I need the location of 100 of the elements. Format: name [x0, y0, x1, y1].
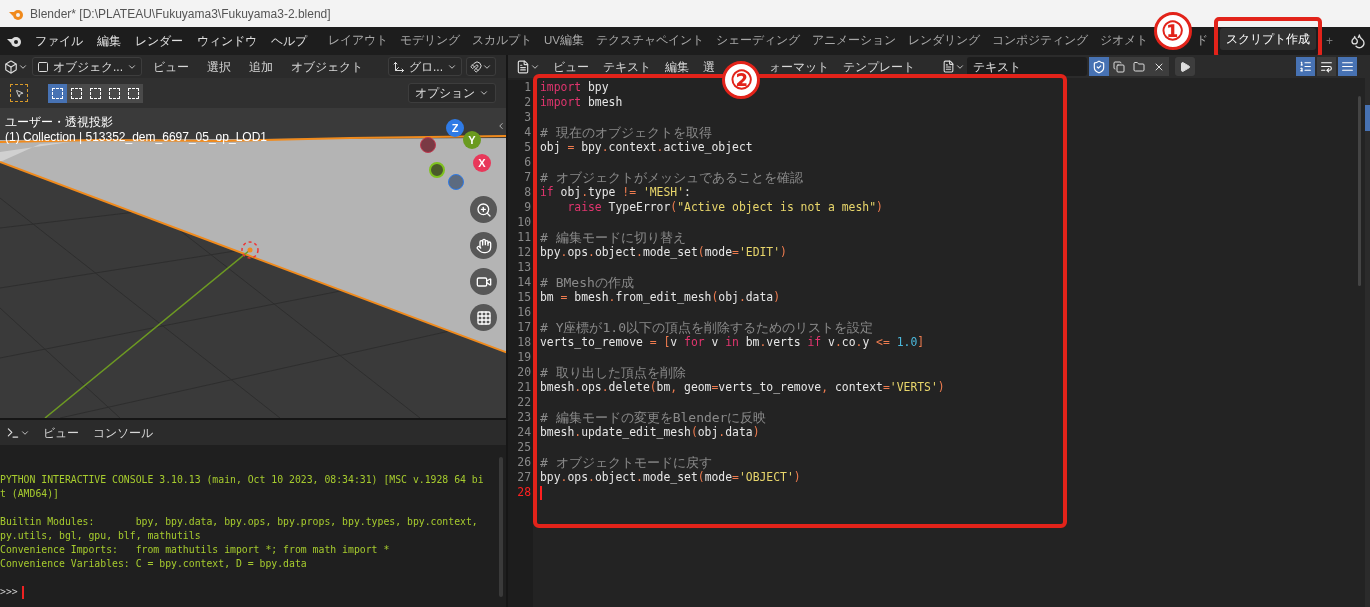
- line-number: 8: [524, 185, 531, 200]
- code-line: obj = bpy.context.active_object: [540, 140, 753, 155]
- document-icon: [516, 59, 530, 74]
- menu-item[interactable]: レンダー: [128, 32, 190, 50]
- menu-item[interactable]: コンソール: [86, 423, 160, 442]
- workspace-tab[interactable]: モデリング: [394, 30, 466, 52]
- line-number: 17: [517, 320, 531, 335]
- select-tool-button[interactable]: [10, 84, 28, 102]
- menu-item[interactable]: ビュー: [146, 57, 196, 76]
- code-line: if obj.type != 'MESH':: [540, 185, 691, 200]
- options-dropdown[interactable]: オプション: [408, 83, 496, 103]
- workspace-tab[interactable]: UV編集: [538, 30, 590, 52]
- collapse-icon[interactable]: [496, 120, 506, 132]
- code-line: # オブジェクトモードに戻す: [540, 454, 712, 471]
- mode-dropdown[interactable]: オブジェク...: [32, 57, 142, 76]
- code-line: # 取り出した頂点を削除: [540, 364, 686, 381]
- copy-icon: [1113, 60, 1125, 73]
- line-number: 28: [517, 485, 531, 500]
- code-line: bmesh.ops.delete(bm, geom=verts_to_remove, context='VERTS'): [540, 380, 945, 395]
- console-line: PYTHON INTERACTIVE CONSOLE 3.10.13 (main, Oct 10 2023, 08:34:31) [MSC v.1928 64 bi: [0, 473, 484, 487]
- menu-item[interactable]: 追加: [242, 57, 280, 76]
- code-line: # 現在のオブジェクトを取得: [540, 124, 712, 141]
- line-number: 7: [524, 170, 531, 185]
- line-number: 21: [517, 380, 531, 395]
- line-number: 9: [524, 200, 531, 215]
- annotation-number: ②: [722, 61, 760, 99]
- menu-item[interactable]: テキスト: [596, 57, 658, 76]
- add-tab-button[interactable]: +: [1322, 32, 1337, 50]
- zoom-icon: [475, 201, 492, 218]
- code-line: bpy.ops.object.mode_set(mode='EDIT'): [540, 245, 787, 260]
- word-wrap-toggle[interactable]: [1317, 57, 1336, 76]
- code-line: import bmesh: [540, 95, 623, 110]
- caret-icon: [479, 88, 489, 98]
- menu-item[interactable]: ヘルプ: [264, 32, 314, 50]
- line-number: 20: [517, 365, 531, 380]
- orientation-dropdown[interactable]: グロ...: [388, 57, 463, 76]
- text-cursor: [21, 585, 24, 599]
- workspace-tab[interactable]: シェーディング: [710, 30, 806, 52]
- line-number: 27: [517, 470, 531, 485]
- editor-type-dropdown[interactable]: [6, 425, 30, 440]
- editor-type-dropdown[interactable]: [516, 59, 540, 74]
- select-mode-button[interactable]: [48, 83, 67, 103]
- workspace-tab[interactable]: レンダリング: [902, 30, 986, 52]
- workspace-tab[interactable]: スカルプト: [466, 30, 538, 52]
- workspace-tab[interactable]: ジオメト: [1094, 30, 1154, 52]
- text-name-field[interactable]: テキスト: [967, 57, 1087, 76]
- console-line: Convenience Imports: from mathutils import *; from math import *: [0, 543, 390, 557]
- mode-icon-dropdown[interactable]: [4, 59, 28, 74]
- workspace-tab[interactable]: レイアウト: [322, 30, 394, 52]
- select-mode-button[interactable]: [67, 83, 86, 103]
- snap-dropdown[interactable]: [466, 57, 497, 76]
- workspace-tab[interactable]: アニメーション: [806, 30, 902, 52]
- text-block-dropdown[interactable]: [942, 60, 965, 73]
- fake-user-button[interactable]: [1089, 57, 1109, 76]
- menu-item[interactable]: テンプレート: [836, 57, 922, 76]
- menu-item[interactable]: 編集: [90, 32, 128, 50]
- menu-item[interactable]: ビュー: [36, 423, 86, 442]
- play-icon: [1179, 60, 1191, 73]
- line-number: 4: [524, 125, 531, 140]
- code-line: bpy.ops.object.mode_set(mode='OBJECT'): [540, 470, 801, 485]
- line-number: 2: [524, 95, 531, 110]
- magnet-icon: [470, 60, 483, 73]
- line-number: 10: [517, 215, 531, 230]
- workspace-tab[interactable]: スクリプト作成: [1220, 28, 1316, 51]
- menu-item[interactable]: ォーマット: [762, 57, 836, 76]
- code-line: import bpy: [540, 80, 609, 95]
- menu-item[interactable]: ファイル: [28, 32, 90, 50]
- line-number: 23: [517, 410, 531, 425]
- menu-item[interactable]: 選: [696, 57, 722, 76]
- duplicate-button[interactable]: [1109, 57, 1129, 76]
- document-icon: [942, 60, 955, 73]
- select-mode-button[interactable]: [124, 83, 143, 103]
- code-line: # オブジェクトがメッシュであることを確認: [540, 169, 803, 186]
- folder-icon: [1133, 60, 1145, 73]
- menu-item[interactable]: 編集: [658, 57, 696, 76]
- line-numbers-toggle[interactable]: [1296, 57, 1315, 76]
- numbered-list-icon: [1299, 60, 1312, 73]
- console-line: Convenience Variables: C = bpy.context, D = bpy.data: [0, 557, 307, 571]
- menu-item[interactable]: 選択: [200, 57, 238, 76]
- code-line: # BMeshの作成: [540, 274, 634, 291]
- line-number: 11: [517, 230, 531, 245]
- grid-icon: [475, 309, 492, 326]
- close-button[interactable]: [1149, 57, 1169, 76]
- logo-icon[interactable]: [6, 34, 22, 48]
- workspace-tab[interactable]: コンポジティング: [986, 30, 1094, 52]
- text-cursor: [540, 485, 542, 500]
- syntax-toggle[interactable]: [1338, 57, 1357, 76]
- line-number: 13: [517, 260, 531, 275]
- run-script-button[interactable]: [1175, 57, 1195, 76]
- pointer-icon: [14, 88, 24, 98]
- scrollbar[interactable]: [1358, 96, 1361, 286]
- console-prompt: >>>: [0, 585, 18, 599]
- menu-item[interactable]: ビュー: [546, 57, 596, 76]
- hand-icon: [475, 237, 492, 254]
- scene-icon[interactable]: [1350, 33, 1366, 49]
- menu-item[interactable]: ウィンドウ: [190, 32, 264, 50]
- workspace-tab[interactable]: テクスチャペイント: [590, 30, 710, 52]
- square-icon: [37, 60, 49, 73]
- menu-item[interactable]: オブジェクト: [284, 57, 370, 76]
- workspace-tab[interactable]: ド: [1190, 30, 1214, 52]
